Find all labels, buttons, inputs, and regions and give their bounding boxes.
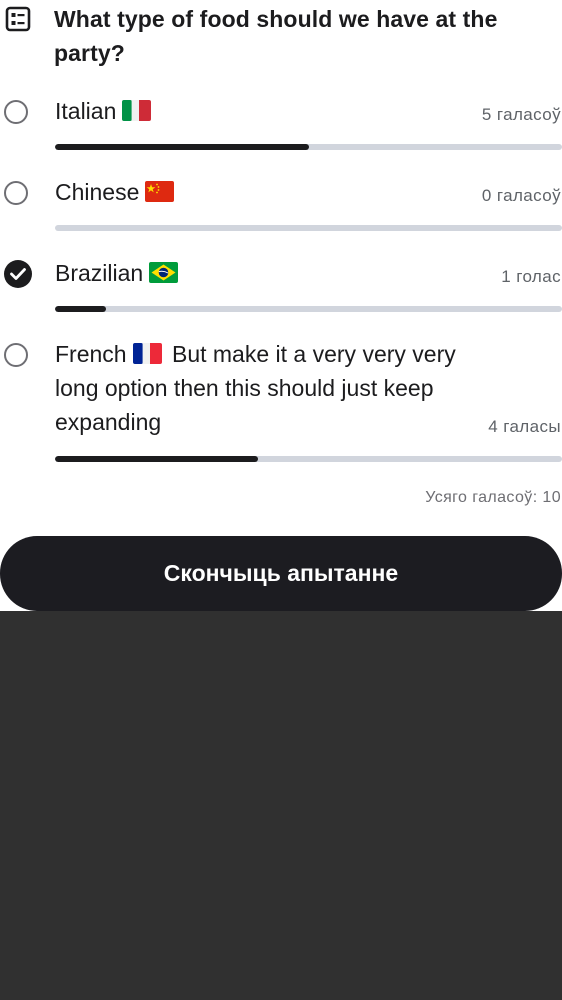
poll-option-french[interactable]: French But make it a very very very long… xyxy=(0,336,562,466)
vote-progress-fill xyxy=(55,306,106,312)
brazil-flag-icon xyxy=(149,262,179,283)
vote-count: 4 галасы xyxy=(488,417,561,436)
vote-progress-fill xyxy=(55,144,309,150)
option-label: Italian xyxy=(55,94,155,128)
china-flag-icon xyxy=(145,181,175,202)
option-text: Brazilian xyxy=(55,260,144,286)
option-label: Brazilian xyxy=(55,256,182,290)
france-flag-icon xyxy=(132,343,162,364)
poll-question-row: What type of food should we have at the … xyxy=(0,0,562,80)
vote-count: 5 галасоў xyxy=(481,105,561,124)
option-text: French xyxy=(55,341,127,367)
option-text: Italian xyxy=(55,98,117,124)
option-label: French But make it a very very very long… xyxy=(55,337,475,439)
total-votes: Усяго галасоў: 10 xyxy=(425,489,561,506)
poll-option-chinese[interactable]: Chinese 0 галасоў xyxy=(0,174,562,234)
radio-button[interactable] xyxy=(4,343,28,367)
poll-option-italian[interactable]: Italian 5 галасоў xyxy=(0,93,562,153)
poll-list-icon xyxy=(5,6,31,32)
checkmark-icon xyxy=(10,268,26,280)
poll-question: What type of food should we have at the … xyxy=(54,6,498,66)
end-poll-button[interactable]: Скончыць апытанне xyxy=(0,536,562,611)
vote-count: 1 голас xyxy=(501,267,561,286)
vote-progress-bar xyxy=(55,225,562,231)
radio-button[interactable] xyxy=(4,100,28,124)
vote-progress-bar xyxy=(55,144,562,150)
vote-progress-fill xyxy=(55,456,258,462)
option-text: Chinese xyxy=(55,179,140,205)
option-label: Chinese xyxy=(55,175,178,209)
radio-button[interactable] xyxy=(4,181,28,205)
radio-button-checked[interactable] xyxy=(4,260,32,288)
poll-card: What type of food should we have at the … xyxy=(0,0,562,611)
poll-option-brazilian[interactable]: Brazilian 1 голас xyxy=(0,255,562,315)
vote-progress-bar xyxy=(55,456,562,462)
italy-flag-icon xyxy=(122,100,152,121)
vote-count: 0 галасоў xyxy=(481,186,561,205)
vote-progress-bar xyxy=(55,306,562,312)
